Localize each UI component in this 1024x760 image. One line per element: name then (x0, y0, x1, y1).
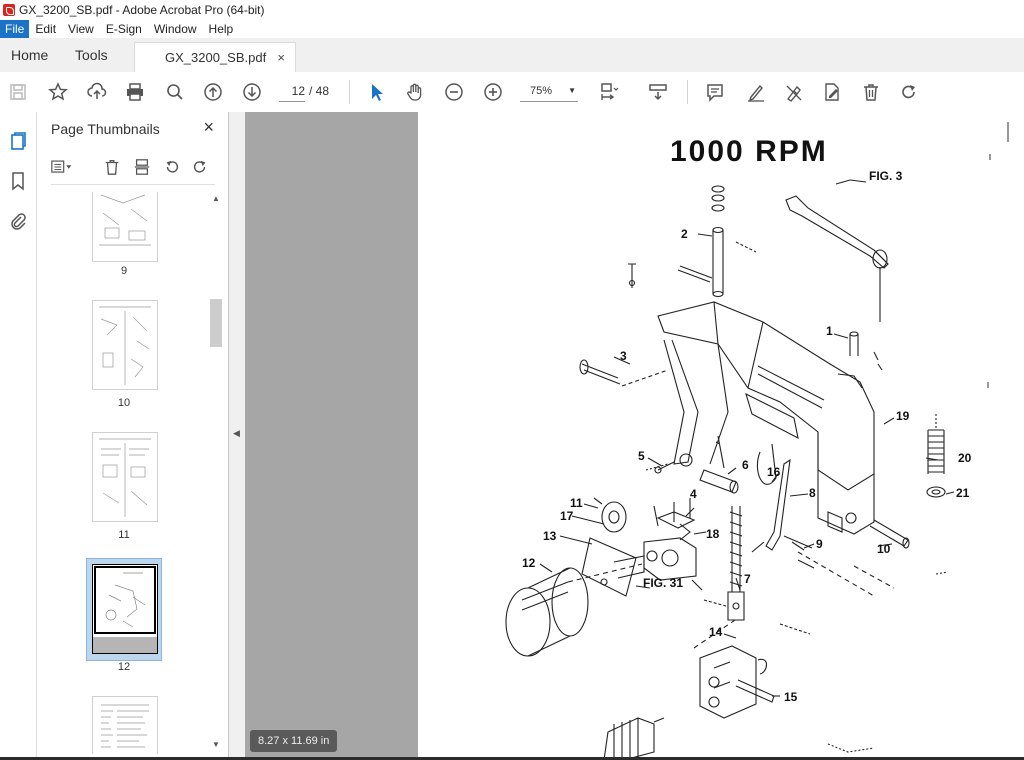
edit-icon[interactable] (820, 80, 844, 104)
thumbnail-page-13[interactable] (92, 696, 158, 754)
window-title: GX_3200_SB.pdf - Adobe Acrobat Pro (64-b… (19, 3, 265, 17)
thumbnail-page-12[interactable] (92, 564, 158, 654)
menu-esign[interactable]: E-Sign (100, 20, 148, 38)
menu-edit[interactable]: Edit (29, 20, 62, 38)
label-7: 7 (744, 572, 751, 586)
tab-bar: Home Tools GX_3200_SB.pdf × (0, 38, 1024, 74)
label-8: 8 (809, 486, 816, 500)
zoom-value: 75% (530, 85, 553, 97)
page-number-input[interactable]: 12 (279, 81, 305, 102)
sign-icon[interactable] (782, 80, 806, 104)
page-thumbnails-panel: Page Thumbnails × 9 10 11 12 ▲ ▼ (37, 112, 229, 760)
label-12: 12 (522, 556, 536, 570)
arrow-down-icon[interactable] (240, 80, 264, 104)
label-14: 14 (709, 625, 723, 639)
pdf-icon (3, 4, 15, 16)
thumbnail-label: 11 (118, 529, 130, 541)
scrollbar-thumb[interactable] (210, 299, 222, 347)
label-3: 3 (620, 349, 627, 363)
tab-document-label: GX_3200_SB.pdf (165, 50, 267, 65)
label-18: 18 (706, 527, 720, 541)
panel-title: Page Thumbnails (51, 121, 160, 137)
highlight-icon[interactable] (744, 80, 768, 104)
zoom-in-icon[interactable] (481, 80, 505, 104)
label-fig3: FIG. 3 (869, 169, 903, 183)
delete-page-icon[interactable] (101, 156, 123, 178)
label-17: 17 (560, 509, 574, 523)
toolbar: 12 / 48 75% ▼ (0, 72, 1024, 113)
search-icon[interactable] (163, 80, 187, 104)
arrow-up-icon[interactable] (201, 80, 225, 104)
close-panel-icon[interactable]: × (203, 117, 214, 138)
bookmark-icon[interactable] (7, 170, 29, 192)
document-view[interactable]: 1000 RPM FIG. 3 2 1 3 19 5 6 16 20 4 8 2… (245, 112, 1024, 760)
panel-collapse-handle[interactable]: ◀ (229, 112, 245, 760)
save-icon[interactable] (6, 80, 30, 104)
label-20: 20 (958, 451, 972, 465)
label-15: 15 (784, 690, 798, 704)
label-13: 13 (543, 529, 557, 543)
options-menu-icon[interactable] (51, 156, 73, 178)
thumbnail-page-10[interactable] (92, 300, 158, 390)
menu-bar: File Edit View E-Sign Window Help (0, 20, 1024, 38)
thumbnail-page-11[interactable] (92, 432, 158, 522)
toolbar-divider (349, 80, 350, 104)
page-total: / 48 (309, 84, 330, 98)
chevron-left-icon: ◀ (233, 428, 240, 438)
label-16: 16 (767, 465, 781, 479)
print-icon[interactable] (123, 80, 147, 104)
comment-icon[interactable] (703, 80, 727, 104)
tab-tools[interactable]: Tools (75, 38, 108, 72)
label-4: 4 (690, 487, 697, 501)
chevron-down-icon: ▼ (568, 86, 576, 95)
label-6: 6 (742, 458, 749, 472)
fit-page-icon[interactable] (597, 80, 621, 104)
label-fig31: FIG. 31 (643, 576, 684, 590)
scroll-up-icon[interactable]: ▲ (210, 194, 222, 204)
zoom-select[interactable]: 75% ▼ (520, 81, 578, 102)
label-11: 11 (570, 496, 583, 510)
label-1: 1 (826, 324, 833, 338)
label-21: 21 (956, 486, 970, 500)
extract-page-icon[interactable] (131, 156, 153, 178)
tab-home[interactable]: Home (11, 38, 48, 72)
label-5: 5 (638, 449, 645, 463)
panel-toolbar (51, 152, 215, 185)
thumbnail-scrollbar[interactable]: ▲ ▼ (209, 192, 223, 754)
title-bar: GX_3200_SB.pdf - Adobe Acrobat Pro (64-b… (0, 0, 1024, 20)
zoom-out-icon[interactable] (442, 80, 466, 104)
label-10: 10 (877, 542, 891, 556)
pdf-page: 1000 RPM FIG. 3 2 1 3 19 5 6 16 20 4 8 2… (418, 112, 1024, 760)
left-rail (0, 112, 37, 760)
parts-diagram (505, 122, 1009, 760)
menu-window[interactable]: Window (148, 20, 203, 38)
rotate-left-icon[interactable] (161, 156, 183, 178)
hand-icon[interactable] (403, 80, 427, 104)
tab-document[interactable]: GX_3200_SB.pdf × (134, 42, 296, 74)
label-9: 9 (816, 537, 823, 551)
thumbnail-label: 10 (117, 397, 131, 409)
toolbar-divider (687, 80, 688, 104)
rotate-icon[interactable] (897, 80, 921, 104)
menu-help[interactable]: Help (203, 20, 240, 38)
menu-view[interactable]: View (62, 20, 100, 38)
label-2: 2 (681, 227, 688, 241)
pages-icon[interactable] (7, 130, 29, 152)
thumbnail-list: 9 10 11 12 (37, 192, 209, 754)
close-tab-icon[interactable]: × (277, 43, 285, 73)
attachment-icon[interactable] (7, 210, 29, 232)
thumbnail-label: 9 (120, 265, 128, 277)
cloud-upload-icon[interactable] (85, 80, 109, 104)
thumbnail-label: 12 (117, 661, 131, 673)
page-size-badge: 8.27 x 11.69 in (250, 730, 338, 752)
pointer-icon[interactable] (365, 80, 389, 104)
scroll-mode-icon[interactable] (646, 80, 670, 104)
star-icon[interactable] (46, 80, 70, 104)
thumbnail-page-9[interactable] (92, 192, 158, 262)
rotate-right-icon[interactable] (189, 156, 211, 178)
scroll-down-icon[interactable]: ▼ (210, 740, 222, 750)
label-19: 19 (896, 409, 910, 423)
menu-file[interactable]: File (0, 20, 30, 38)
trash-icon[interactable] (859, 80, 883, 104)
